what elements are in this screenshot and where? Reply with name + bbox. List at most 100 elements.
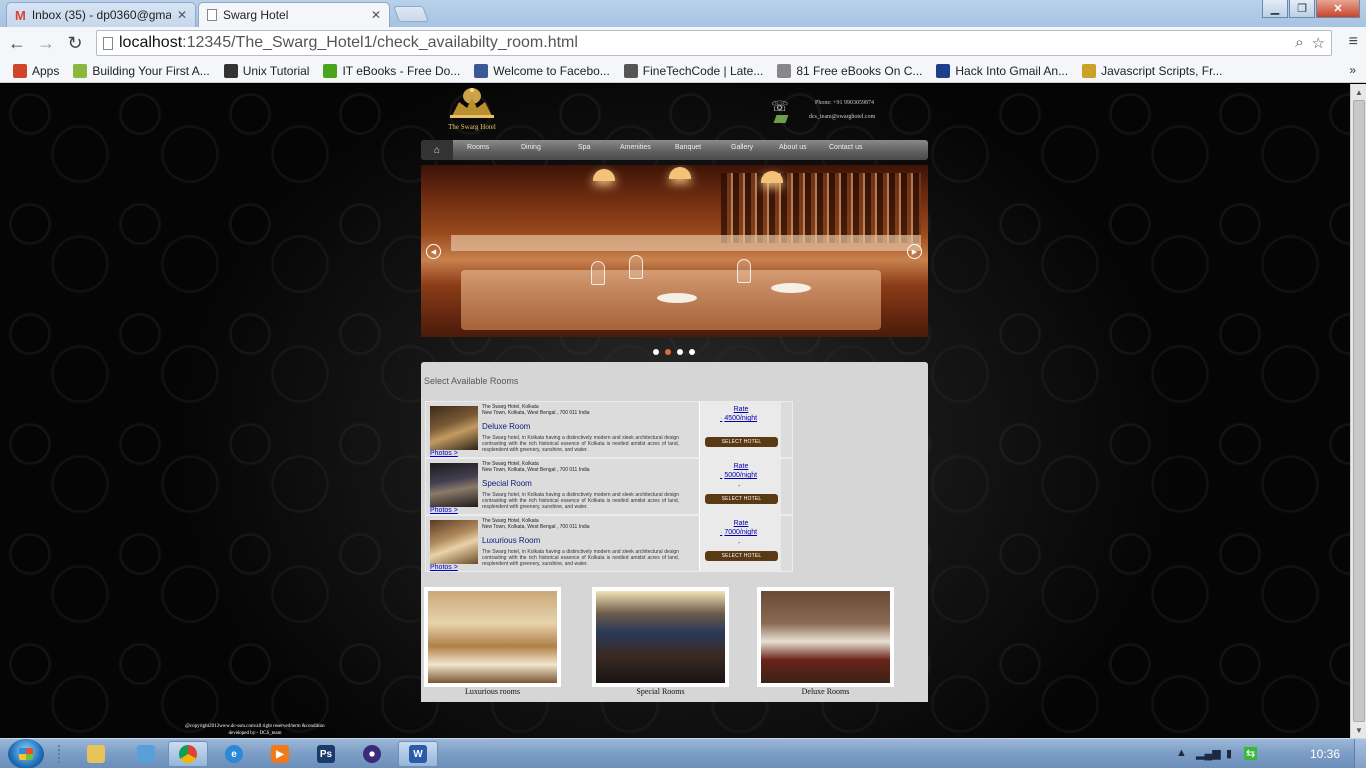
minimize-icon[interactable]: ▁ (1262, 0, 1288, 18)
chrome-menu-icon[interactable]: ≡ (1349, 33, 1358, 51)
bookmark-label: IT eBooks - Free Do... (342, 63, 461, 78)
price-link[interactable]: · 7000/night (720, 529, 757, 536)
show-hidden-icons-icon[interactable]: ▲ (1176, 747, 1187, 759)
bookmark-item[interactable]: IT eBooks - Free Do... (316, 63, 467, 78)
site-footer: @copyright2012www.dc-ssm.com/all right r… (165, 723, 345, 737)
rate-link[interactable]: Rate (700, 463, 782, 470)
hotel-logo[interactable]: The Swarg Hotel (423, 86, 521, 132)
gallery-item[interactable]: Deluxe Rooms (757, 587, 894, 696)
taskbar-word[interactable]: W (398, 741, 438, 767)
bookmarks-overflow-icon[interactable]: » (1349, 63, 1356, 77)
nav-amenities[interactable]: Amenities (620, 144, 651, 151)
bar-counter-image (451, 235, 921, 251)
photos-link[interactable]: Photos > (430, 507, 458, 514)
taskbar-photoshop[interactable]: Ps (306, 741, 346, 767)
room-row: Photos > The Swarg Hotel, Kolkata New Tow… (425, 458, 793, 515)
bookmark-item[interactable]: FineTechCode | Late... (617, 63, 771, 78)
taskbar-media-player[interactable]: ▶ (260, 741, 300, 767)
taskbar-chrome[interactable] (168, 741, 208, 767)
bookmark-item[interactable]: 81 Free eBooks On C... (770, 63, 929, 78)
gallery-item[interactable]: Luxurious rooms (424, 587, 561, 696)
slider-next-icon[interactable]: ▶ (907, 244, 922, 259)
bookmark-item[interactable]: Apps (6, 63, 66, 78)
gallery-caption: Deluxe Rooms (801, 687, 850, 696)
close-tab-icon[interactable]: ✕ (177, 8, 187, 22)
bookmark-item[interactable]: Welcome to Facebo... (467, 63, 617, 78)
restore-icon[interactable]: ❐ (1289, 0, 1315, 18)
scrollbar-thumb[interactable] (1353, 100, 1365, 722)
scroll-up-icon[interactable]: ▲ (1351, 84, 1366, 100)
rate-link[interactable]: Rate (700, 520, 782, 527)
start-button[interactable] (8, 739, 44, 768)
photoshop-icon: Ps (317, 745, 335, 763)
bookmark-star-icon[interactable]: ☆ (1312, 34, 1325, 52)
battery-icon[interactable]: ▮ (1226, 747, 1232, 760)
availability-panel: Select Available Rooms Photos > The Swar… (421, 362, 928, 702)
sync-icon[interactable]: ⇆ (1244, 747, 1258, 760)
photos-link[interactable]: Photos > (430, 450, 458, 457)
taskbar-internet-explorer[interactable]: e (214, 741, 254, 767)
home-icon[interactable]: ⌂ (421, 140, 453, 160)
phone-icon: ☏ (771, 98, 789, 114)
select-hotel-button[interactable]: SELECT HOTEL (705, 494, 778, 504)
room-thumbnail[interactable] (430, 463, 478, 507)
nav-rooms[interactable]: Rooms (467, 144, 489, 151)
slider-dot[interactable] (653, 349, 659, 355)
nav-contact-us[interactable]: Contact us (829, 144, 862, 151)
price-link[interactable]: · 5000/night (720, 472, 757, 479)
tab-inbox[interactable]: M Inbox (35) - dp0360@gma ✕ (6, 2, 196, 27)
room-list: Photos > The Swarg Hotel, Kolkata New Tow… (425, 401, 793, 572)
taskbar-windows-explorer[interactable] (126, 741, 166, 767)
taskbar-explorer[interactable] (76, 741, 116, 767)
slider-dot[interactable] (677, 349, 683, 355)
select-hotel-button[interactable]: SELECT HOTEL (705, 437, 778, 447)
rate-link[interactable]: Rate (700, 406, 782, 413)
slider-dot[interactable] (689, 349, 695, 355)
ie-icon: e (225, 745, 243, 763)
scroll-down-icon[interactable]: ▼ (1351, 722, 1366, 738)
photos-link[interactable]: Photos > (430, 564, 458, 571)
word-icon: W (409, 745, 427, 763)
bookmark-item[interactable]: Building Your First A... (66, 63, 216, 78)
room-thumbnail[interactable] (430, 520, 478, 564)
lamp-image (593, 169, 615, 181)
room-name[interactable]: Special Room (482, 479, 532, 488)
select-hotel-button[interactable]: SELECT HOTEL (705, 551, 778, 561)
facebook-icon (474, 63, 489, 78)
nav-spa[interactable]: Spa (578, 144, 590, 151)
bookmark-item[interactable]: Hack Into Gmail An... (929, 63, 1075, 78)
nav-dining[interactable]: Dining (521, 144, 541, 151)
nav-gallery[interactable]: Gallery (731, 144, 753, 151)
reload-icon[interactable]: ↻ (64, 32, 86, 54)
room-description: The Swarg hotel, in Kolkata having a dis… (482, 435, 679, 453)
show-desktop-button[interactable] (1354, 739, 1366, 768)
taskbar-eclipse[interactable] (352, 741, 392, 767)
room-thumbnail[interactable] (430, 406, 478, 450)
back-icon[interactable]: ← (6, 32, 28, 54)
new-tab-button[interactable] (393, 6, 429, 22)
zoom-search-icon[interactable]: ⌕ (1295, 34, 1303, 52)
windows-taskbar: e ▶ Ps W ▲ ▂▄▆ ▮ ⇆ 10:36 (0, 738, 1366, 768)
address-bar[interactable]: localhost:12345/The_Swarg_Hotel1/check_a… (96, 30, 1332, 56)
glass-image (629, 255, 643, 279)
nav-about-us[interactable]: About us (779, 144, 807, 151)
forward-icon[interactable]: → (35, 32, 57, 54)
gallery-item[interactable]: Special Rooms (592, 587, 729, 696)
network-signal-icon[interactable]: ▂▄▆ (1196, 747, 1221, 760)
close-tab-icon[interactable]: ✕ (371, 8, 381, 22)
folder-icon (87, 745, 105, 763)
slider-prev-icon[interactable]: ◀ (426, 244, 441, 259)
room-name[interactable]: Deluxe Room (482, 422, 530, 431)
price-link[interactable]: · 4500/night (720, 415, 757, 422)
nav-banquet[interactable]: Banquet (675, 144, 701, 151)
bookmark-item[interactable]: Javascript Scripts, Fr... (1075, 63, 1229, 78)
close-window-icon[interactable]: ✕ (1316, 0, 1360, 18)
tab-swarg-hotel[interactable]: Swarg Hotel ✕ (198, 2, 390, 27)
room-name[interactable]: Luxurious Room (482, 536, 540, 545)
rate-box: Rate · 5000/night - SELECT HOTEL (699, 459, 781, 514)
slider-dot[interactable] (665, 349, 671, 355)
page-scrollbar[interactable]: ▲ ▼ (1350, 84, 1366, 738)
bookmark-item[interactable]: Unix Tutorial (217, 63, 317, 78)
system-clock[interactable]: 10:36 (1310, 747, 1340, 761)
browser-tab-bar: M Inbox (35) - dp0360@gma ✕ Swarg Hotel … (0, 0, 1366, 27)
